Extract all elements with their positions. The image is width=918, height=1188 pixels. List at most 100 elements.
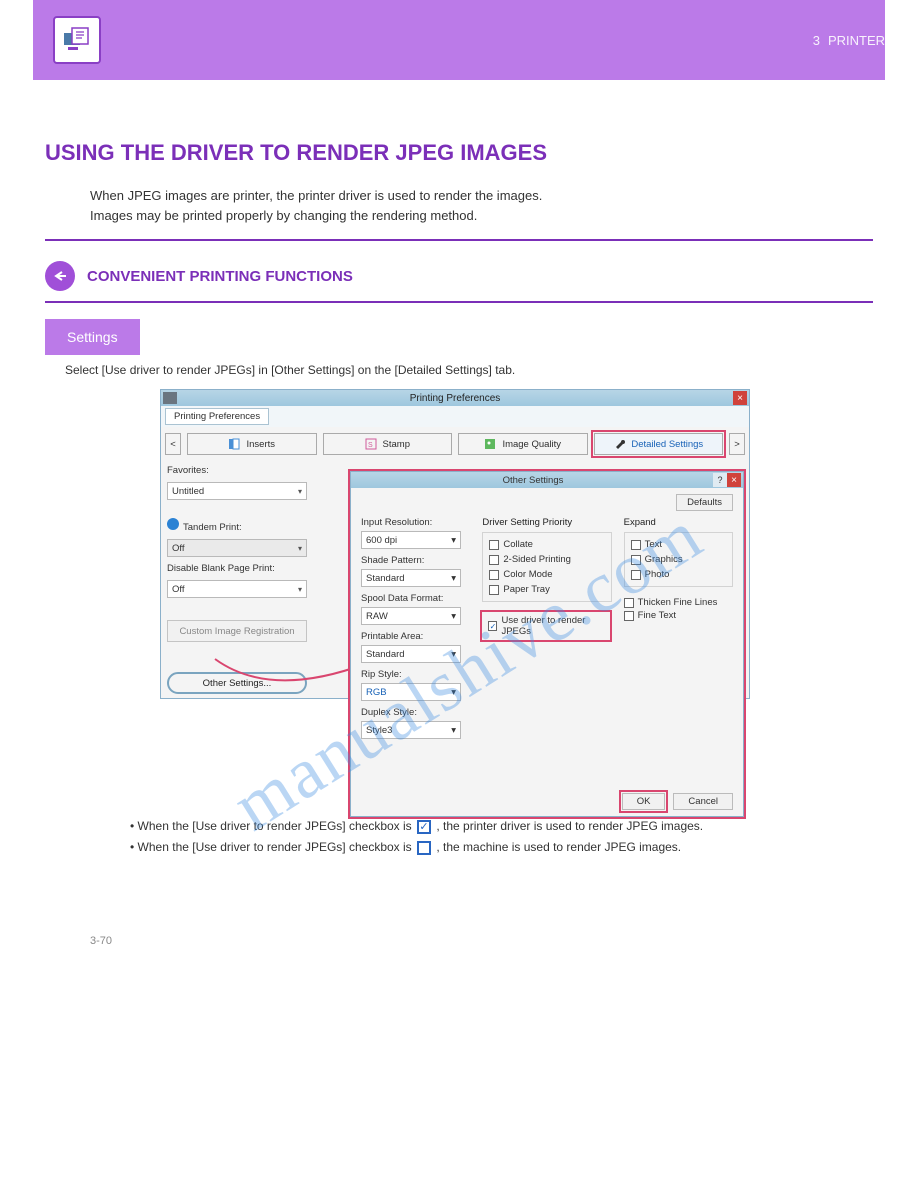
- header-logo-icon: [53, 16, 101, 64]
- chevron-down-icon: ▾: [451, 611, 456, 622]
- jpeg-render-highlight: ✓Use driver to render JPEGs: [482, 612, 610, 640]
- wrench-icon: [613, 438, 625, 450]
- dialog-body: Input Resolution: 600 dpi▾ Shade Pattern…: [351, 511, 743, 747]
- chapter-title: PRINTER: [828, 33, 885, 48]
- info-icon: [167, 518, 179, 530]
- dialog-col-2: Driver Setting Priority Collate 2-Sided …: [482, 517, 611, 743]
- custom-image-registration-button[interactable]: Custom Image Registration: [167, 620, 307, 642]
- printable-area-label: Printable Area:: [361, 631, 470, 642]
- intro-text: When JPEG images are printer, the printe…: [90, 186, 828, 225]
- tab-stamp-label: Stamp: [383, 439, 410, 450]
- expand-title: Expand: [624, 517, 733, 528]
- input-resolution-label: Input Resolution:: [361, 517, 470, 528]
- settings-hint: Select [Use driver to render JPEGs] in […: [65, 363, 918, 377]
- chapter-number: 3: [813, 33, 820, 48]
- expand-graphics-checkbox[interactable]: Graphics: [631, 554, 726, 565]
- inner-tab-row: Printing Preferences: [161, 406, 749, 427]
- stamp-icon: S: [365, 438, 377, 450]
- two-sided-printing-checkbox[interactable]: 2-Sided Printing: [489, 554, 604, 565]
- other-settings-dialog: Other Settings ? × Defaults Input Resolu…: [350, 471, 744, 817]
- spool-data-format-select[interactable]: RAW▾: [361, 607, 461, 625]
- input-resolution-select[interactable]: 600 dpi▾: [361, 531, 461, 549]
- chevron-down-icon: ▾: [451, 535, 456, 546]
- breadcrumb-separator: [45, 301, 873, 303]
- explain-line-unchecked: • When the [Use driver to render JPEGs] …: [130, 840, 828, 855]
- duplex-style-select[interactable]: Style3▾: [361, 721, 461, 739]
- header-band: 3 PRINTER: [33, 0, 885, 80]
- image-quality-icon: [484, 438, 496, 450]
- explanation-block: • When the [Use driver to render JPEGs] …: [130, 819, 828, 855]
- unchecked-checkbox-icon: ✓: [417, 841, 431, 855]
- section-title: USING THE DRIVER TO RENDER JPEG IMAGES: [45, 140, 873, 166]
- tandem-print-select[interactable]: Off▾: [167, 539, 307, 557]
- use-driver-render-jpegs-checkbox[interactable]: ✓Use driver to render JPEGs: [488, 615, 604, 637]
- chevron-down-icon: ▾: [451, 725, 456, 736]
- section-separator: [45, 239, 873, 241]
- tab-image-quality[interactable]: Image Quality: [458, 433, 588, 455]
- main-tab-bar: < Inserts S Stamp Image Quality Detailed…: [161, 427, 749, 461]
- tab-scroll-left-button[interactable]: <: [165, 433, 181, 455]
- collate-checkbox[interactable]: Collate: [489, 539, 604, 550]
- printable-area-select[interactable]: Standard▾: [361, 645, 461, 663]
- dialog-title-bar: Other Settings ? ×: [351, 472, 743, 488]
- paper-tray-checkbox[interactable]: Paper Tray: [489, 584, 604, 595]
- disable-blank-select[interactable]: Off▾: [167, 580, 307, 598]
- breadcrumb-row: CONVENIENT PRINTING FUNCTIONS: [45, 261, 873, 291]
- driver-setting-priority-title: Driver Setting Priority: [482, 517, 611, 528]
- tab-stamp[interactable]: S Stamp: [323, 433, 453, 455]
- chevron-down-icon: ▾: [451, 573, 456, 584]
- shade-pattern-label: Shade Pattern:: [361, 555, 470, 566]
- ok-button[interactable]: OK: [622, 793, 666, 810]
- dialog-col-1: Input Resolution: 600 dpi▾ Shade Pattern…: [361, 517, 470, 743]
- tab-scroll-right-button[interactable]: >: [729, 433, 745, 455]
- defaults-button[interactable]: Defaults: [676, 494, 733, 511]
- explain-line-checked: • When the [Use driver to render JPEGs] …: [130, 819, 828, 834]
- page-number: 3-70: [90, 935, 918, 947]
- checked-checkbox-icon: ✓: [417, 820, 431, 834]
- thicken-fine-lines-checkbox[interactable]: Thicken Fine Lines: [624, 597, 733, 608]
- tab-detailed-settings-label: Detailed Settings: [631, 439, 703, 450]
- chevron-down-icon: ▾: [298, 544, 302, 553]
- cancel-button[interactable]: Cancel: [673, 793, 733, 810]
- driver-setting-priority-group: Collate 2-Sided Printing Color Mode Pape…: [482, 532, 611, 602]
- screenshot-composition: manualshive.com Printing Preferences × P…: [120, 389, 880, 789]
- left-column: Favorites: Untitled▾ Tandem Print: Off▾ …: [167, 465, 307, 694]
- favorites-label: Favorites:: [167, 465, 307, 476]
- tab-inserts[interactable]: Inserts: [187, 433, 317, 455]
- inserts-icon: [228, 438, 240, 450]
- help-icon[interactable]: ?: [713, 473, 727, 487]
- duplex-style-label: Duplex Style:: [361, 707, 470, 718]
- fine-text-checkbox[interactable]: Fine Text: [624, 610, 733, 621]
- breadcrumb-title[interactable]: CONVENIENT PRINTING FUNCTIONS: [87, 268, 353, 285]
- section-title-block: USING THE DRIVER TO RENDER JPEG IMAGES: [45, 140, 873, 166]
- settings-badge: Settings: [45, 319, 140, 355]
- expand-text-checkbox[interactable]: Text: [631, 539, 726, 550]
- close-icon[interactable]: ×: [727, 473, 741, 487]
- chevron-down-icon: ▾: [451, 687, 456, 698]
- inner-tab-label[interactable]: Printing Preferences: [165, 408, 269, 425]
- chevron-down-icon: ▾: [298, 585, 302, 594]
- dialog-title: Other Settings: [353, 475, 713, 486]
- header-chapter: 3 PRINTER: [813, 33, 885, 48]
- svg-text:S: S: [368, 442, 373, 449]
- intro-line-2: Images may be printed properly by changi…: [90, 206, 828, 226]
- tab-detailed-settings[interactable]: Detailed Settings: [594, 433, 724, 455]
- intro-line-1: When JPEG images are printer, the printe…: [90, 186, 828, 206]
- window-title: Printing Preferences: [177, 393, 733, 404]
- spool-data-format-label: Spool Data Format:: [361, 593, 470, 604]
- chevron-down-icon: ▾: [451, 649, 456, 660]
- expand-group: Text Graphics Photo: [624, 532, 733, 587]
- back-arrow-icon[interactable]: [45, 261, 75, 291]
- other-settings-button[interactable]: Other Settings...: [167, 672, 307, 694]
- dialog-button-row: OK Cancel: [351, 787, 743, 816]
- rip-style-select[interactable]: RGB▾: [361, 683, 461, 701]
- printer-icon: [163, 392, 177, 404]
- close-icon[interactable]: ×: [733, 391, 747, 405]
- expand-photo-checkbox[interactable]: Photo: [631, 569, 726, 580]
- shade-pattern-select[interactable]: Standard▾: [361, 569, 461, 587]
- rip-style-label: Rip Style:: [361, 669, 470, 680]
- disable-blank-label: Disable Blank Page Print:: [167, 563, 307, 574]
- color-mode-checkbox[interactable]: Color Mode: [489, 569, 604, 580]
- favorites-select[interactable]: Untitled▾: [167, 482, 307, 500]
- window-title-bar: Printing Preferences ×: [161, 390, 749, 406]
